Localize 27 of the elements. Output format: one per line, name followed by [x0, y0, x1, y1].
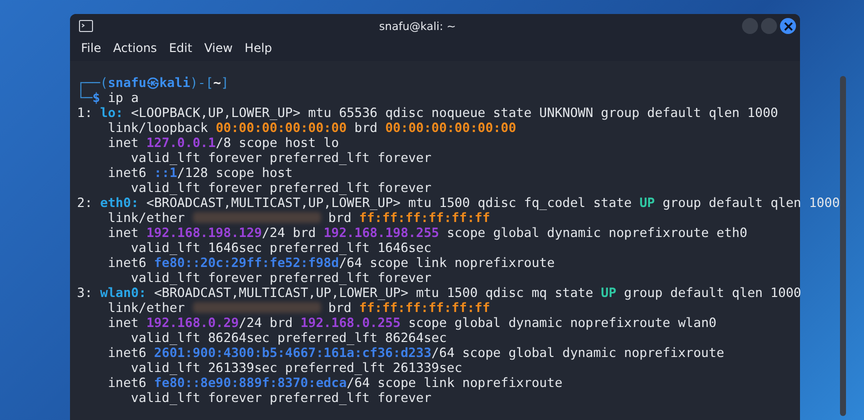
terminal-line: link/ether brd ff:ff:ff:ff:ff:ff — [106, 301, 490, 316]
menu-item[interactable]: Actions — [113, 41, 157, 55]
window-title: snafu@kali: ~ — [378, 20, 457, 32]
terminal-line: ┌──(snafu㉿kali)-[~] — [77, 76, 229, 91]
terminal-line: valid_lft forever preferred_lft forever — [130, 391, 432, 406]
terminal-line: └─$ ip a — [77, 91, 139, 106]
terminal-line: valid_lft 1646sec preferred_lft 1646sec — [130, 241, 432, 256]
terminal-line: inet6 fe80::8e90:889f:8370:edca/64 scope link noprefixroute — [106, 376, 562, 391]
terminal-line: 1: lo: <LOOPBACK,UP,LOWER_UP> mtu 65536 qdisc noqueue state UNKNOWN group default qlen 1000 — [77, 106, 778, 121]
terminal-line: link/loopback 00:00:00:00:00:00 brd 00:00:00:00:00:00 — [106, 121, 516, 136]
terminal-line: inet6 ::1/128 scope host — [106, 166, 293, 181]
terminal-line: valid_lft 86264sec preferred_lft 86264sec — [130, 331, 447, 346]
terminal-line: link/ether brd ff:ff:ff:ff:ff:ff — [106, 211, 490, 226]
terminal-line: valid_lft forever preferred_lft forever — [130, 271, 432, 286]
terminal-line: inet6 fe80::20c:29ff:fe52:f98d/64 scope link noprefixroute — [106, 256, 555, 271]
terminal-line: inet 127.0.0.1/8 scope host lo — [106, 136, 339, 151]
menu-item[interactable]: Help — [244, 41, 272, 55]
terminal-line: inet6 2601:900:4300:b5:4667:161a:cf36:d233/64 scope global dynamic noprefixroute — [106, 346, 724, 361]
menu-item[interactable]: Edit — [168, 41, 192, 55]
terminal-line: valid_lft forever preferred_lft forever — [130, 181, 432, 196]
terminal-line: inet 192.168.0.29/24 brd 192.168.0.255 scope global dynamic noprefixroute wlan0 — [106, 316, 716, 331]
menu-item[interactable]: File — [81, 41, 102, 55]
terminal-line: valid_lft 261339sec preferred_lft 261339sec — [130, 361, 462, 376]
terminal-line: inet 192.168.198.129/24 brd 192.168.198.255 scope global dynamic noprefixroute eth0 — [106, 226, 748, 241]
terminal-line: 2: eth0: <BROADCAST,MULTICAST,UP,LOWER_UP> mtu 1500 qdisc fq_codel state UP group default qlen 1000 — [77, 196, 840, 211]
terminal-line: valid_lft forever preferred_lft forever — [130, 151, 432, 166]
menu-item[interactable]: View — [204, 41, 233, 55]
